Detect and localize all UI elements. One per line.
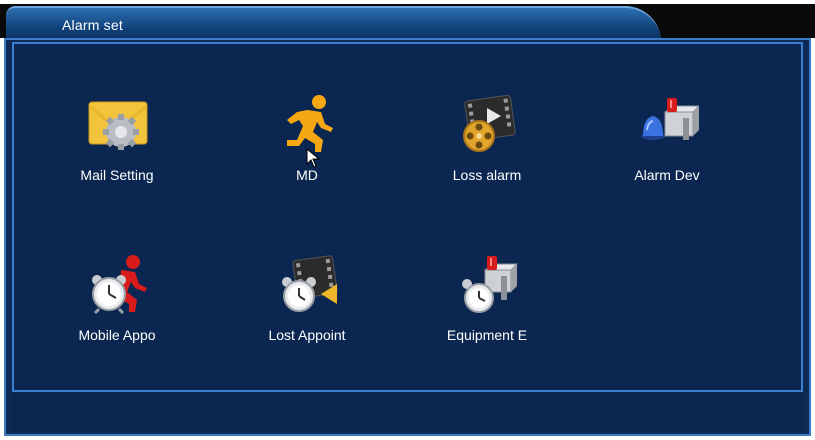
item-label: MD [296,167,318,183]
mobile-appo-item[interactable]: Mobile Appo [42,254,192,374]
mobile-appointment-clock-icon [92,255,147,314]
alarm-dev-item[interactable]: Alarm Dev [592,94,742,214]
alarm-device-siren-icon [641,98,699,140]
panel-footer [12,392,803,432]
item-label: Equipment E [446,327,528,343]
lost-appointment-clock-icon [282,255,338,312]
lost-appoint-item[interactable]: Lost Appoint [232,254,382,374]
loss-alarm-item[interactable]: Loss alarm [412,94,562,214]
equipment-e-item[interactable]: Equipment E [412,254,562,374]
video-loss-film-reel-icon [463,94,516,152]
item-label: Mobile Appo [78,327,156,343]
window-title: Alarm set [62,17,123,33]
window-frame: Mail Setting MD Loss alarm Alarm Dev Mob… [4,38,811,436]
alarm-set-window: Alarm set Mail Setting MD Loss alarm Ala… [0,0,815,440]
item-label: Alarm Dev [634,167,700,183]
item-label: Lost Appoint [268,327,346,343]
equipment-exception-clock-icon [462,256,519,313]
item-label: Mail Setting [80,167,154,183]
mouse-pointer-icon [306,148,320,168]
motion-detection-running-man-icon [287,95,333,152]
item-label: Loss alarm [452,167,522,183]
window-title-tab: Alarm set [6,6,661,42]
alarm-menu-panel: Mail Setting MD Loss alarm Alarm Dev Mob… [12,42,803,392]
mail-settings-icon [88,101,148,150]
mail-setting-item[interactable]: Mail Setting [42,94,192,214]
